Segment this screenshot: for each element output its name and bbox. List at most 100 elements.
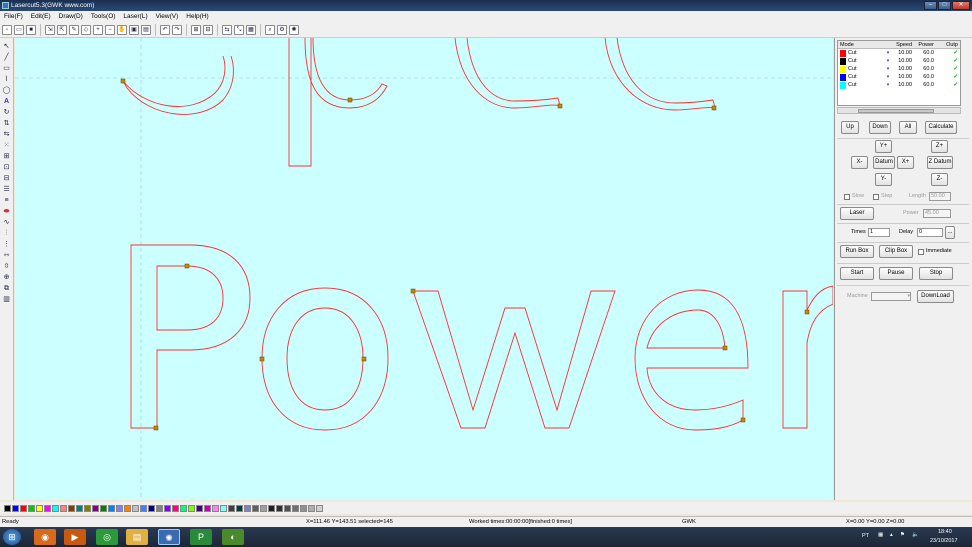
palette-swatch[interactable] (116, 504, 123, 512)
clock-date[interactable]: 23/10/2017 (930, 538, 958, 544)
zoom-in-icon[interactable]: + (93, 24, 103, 35)
clip-box-button[interactable]: Clip Box (879, 245, 913, 258)
pen-icon[interactable]: ✎ (69, 24, 79, 35)
volume-icon[interactable]: 🔈 (912, 532, 919, 538)
palette-swatch[interactable] (52, 504, 59, 512)
node-edit-icon[interactable]: ⁙ (2, 141, 12, 151)
palette-swatch[interactable] (140, 504, 147, 512)
palette-swatch[interactable] (196, 504, 203, 512)
layer-row[interactable]: Cut ▾ 10.00 60.0 ✓ (838, 81, 960, 89)
new-icon[interactable]: ▫ (2, 24, 12, 35)
size-icon[interactable]: ⊕ (2, 273, 12, 283)
undo-icon[interactable]: ↶ (160, 24, 170, 35)
layer-icon[interactable]: ⧉ (2, 284, 12, 294)
space-v-icon[interactable]: ⇳ (2, 262, 12, 272)
rect-icon[interactable]: ▭ (2, 64, 12, 74)
download-button[interactable]: DownLoad (917, 290, 954, 303)
rotate-icon[interactable]: ↻ (2, 108, 12, 118)
palette-swatch[interactable] (164, 504, 171, 512)
palette-swatch[interactable] (108, 504, 115, 512)
palette-swatch[interactable] (92, 504, 99, 512)
zoom-page-icon[interactable]: ▤ (141, 24, 151, 35)
palette-swatch[interactable] (156, 504, 163, 512)
dropdown-icon[interactable]: ▾ (884, 49, 892, 57)
z-datum-button[interactable]: Z Datum (927, 156, 953, 169)
palette-swatch[interactable] (180, 504, 187, 512)
laser-button[interactable]: Laser (840, 207, 874, 220)
flag-icon[interactable]: ⚑ (900, 532, 905, 538)
laser-icon[interactable]: ✺ (289, 24, 299, 35)
y-minus-button[interactable]: Y- (875, 173, 892, 186)
all-button[interactable]: All (899, 121, 917, 134)
palette-swatch[interactable] (212, 504, 219, 512)
palette-swatch[interactable] (28, 504, 35, 512)
ungroup-icon[interactable]: ⊟ (2, 174, 12, 184)
layer-output-checkbox[interactable]: ✓ (936, 49, 960, 57)
laser-path-icon[interactable]: ▥ (2, 295, 12, 305)
distribute-v-icon[interactable]: ⋮ (2, 240, 12, 250)
menu-view[interactable]: View(V) (152, 11, 183, 22)
start-orb-icon[interactable]: ⊞ (3, 529, 21, 545)
align-left-icon[interactable]: ☰ (2, 185, 12, 195)
chevron-up-icon[interactable]: ▴ (890, 532, 893, 538)
scrollbar-thumb[interactable] (858, 109, 934, 113)
mirror-h-icon[interactable]: ⇅ (2, 119, 12, 129)
polyline-icon[interactable]: ⌇ (2, 75, 12, 85)
palette-swatch[interactable] (132, 504, 139, 512)
settings-icon[interactable]: ⚙ (277, 24, 287, 35)
dropdown-icon[interactable]: ▾ (884, 81, 892, 89)
layer-output-checkbox[interactable]: ✓ (936, 65, 960, 73)
palette-swatch[interactable] (148, 504, 155, 512)
power-input[interactable]: 45.00 (923, 209, 951, 218)
palette-swatch[interactable] (244, 504, 251, 512)
ellipse-icon[interactable]: ◯ (2, 86, 12, 96)
ungroup-icon[interactable]: ⊟ (203, 24, 213, 35)
pause-button[interactable]: Pause (879, 267, 913, 280)
machine-select[interactable]: ▾ (871, 292, 911, 301)
combine-icon[interactable]: ⬬ (2, 207, 12, 217)
palette-swatch[interactable] (4, 504, 11, 512)
text-icon[interactable]: A (2, 97, 12, 107)
array-icon[interactable]: ⊞ (2, 152, 12, 162)
layer-row[interactable]: Cut ▾ 10.00 60.0 ✓ (838, 65, 960, 73)
media-icon[interactable]: ▶ (64, 529, 86, 545)
dropdown-icon[interactable]: ▾ (884, 65, 892, 73)
z-plus-button[interactable]: Z+ (931, 140, 948, 153)
step-checkbox[interactable] (873, 194, 879, 200)
layer-output-checkbox[interactable]: ✓ (936, 81, 960, 89)
menu-edit[interactable]: Edit(E) (27, 11, 55, 22)
palette-swatch[interactable] (76, 504, 83, 512)
palette-swatch[interactable] (204, 504, 211, 512)
mirror-icon[interactable]: ⇆ (222, 24, 232, 35)
close-button[interactable]: ✕ (952, 1, 970, 10)
delay-picker-button[interactable]: ... (945, 226, 955, 239)
maximize-button[interactable]: □ (938, 1, 951, 10)
zoom-out-icon[interactable]: − (105, 24, 115, 35)
layer-row[interactable]: Cut ▾ 10.00 60.0 ✓ (838, 49, 960, 57)
palette-swatch[interactable] (124, 504, 131, 512)
pan-icon[interactable]: ✋ (117, 24, 127, 35)
palette-swatch[interactable] (44, 504, 51, 512)
menu-draw[interactable]: Draw(D) (55, 11, 87, 22)
dropdown-icon[interactable]: ▾ (884, 73, 892, 81)
redo-icon[interactable]: ↷ (172, 24, 182, 35)
select-icon[interactable]: ↖ (2, 42, 12, 52)
palette-swatch[interactable] (292, 504, 299, 512)
palette-swatch[interactable] (308, 504, 315, 512)
immediate-checkbox[interactable] (918, 249, 924, 255)
align-icon[interactable]: ⤡ (234, 24, 244, 35)
palette-swatch[interactable] (268, 504, 275, 512)
palette-swatch[interactable] (316, 504, 323, 512)
palette-swatch[interactable] (20, 504, 27, 512)
firefox-icon[interactable]: ◉ (34, 529, 56, 545)
export-icon[interactable]: ⇱ (57, 24, 67, 35)
distribute-icon[interactable]: ⫶ (2, 229, 12, 239)
menu-file[interactable]: File(F) (0, 11, 27, 22)
align-center-icon[interactable]: ≡ (2, 196, 12, 206)
layer-output-checkbox[interactable]: ✓ (936, 57, 960, 65)
menu-laser[interactable]: Laser(L) (119, 11, 151, 22)
datum-button[interactable]: Datum (873, 156, 895, 169)
palette-swatch[interactable] (100, 504, 107, 512)
x-plus-button[interactable]: X+ (897, 156, 914, 169)
grid-icon[interactable]: ▦ (246, 24, 256, 35)
